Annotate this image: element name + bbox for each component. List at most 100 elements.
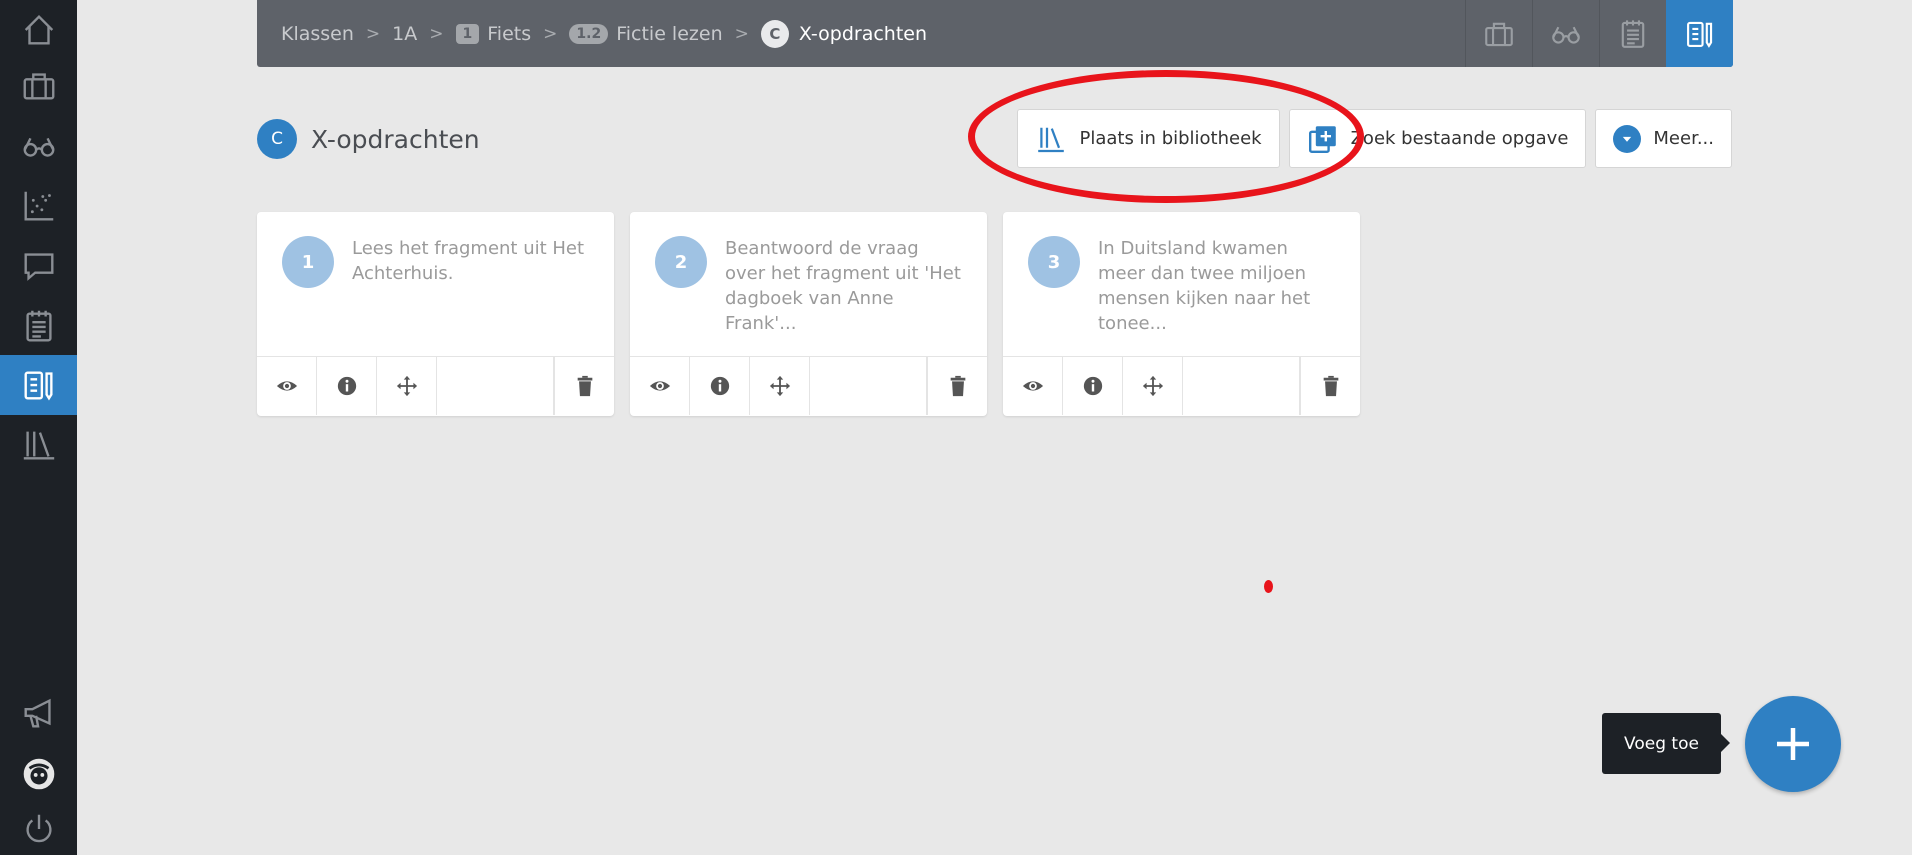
assignment-text: In Duitsland kwamen meer dan twee miljoe… xyxy=(1098,238,1311,334)
add-tooltip: Voeg toe xyxy=(1602,713,1730,774)
breadcrumb-item-section[interactable]: 1.2 Fictie lezen xyxy=(569,22,723,45)
move-button[interactable] xyxy=(1123,357,1183,415)
sidebar-item-logout[interactable] xyxy=(0,804,77,854)
breadcrumb-label: X-opdrachten xyxy=(798,22,928,45)
assignment-number: 1 xyxy=(282,236,334,288)
sidebar-item-home[interactable] xyxy=(0,0,77,60)
assignment-number: 2 xyxy=(655,236,707,288)
sidebar-item-profile[interactable] xyxy=(0,744,77,804)
level-badge: C xyxy=(760,19,789,48)
sidebar-item-library[interactable] xyxy=(0,414,77,474)
info-button[interactable] xyxy=(317,357,377,415)
tab-briefcase[interactable] xyxy=(1465,0,1532,67)
more-button[interactable]: Meer... xyxy=(1595,109,1732,168)
preview-button[interactable] xyxy=(630,357,690,415)
tab-assignments[interactable] xyxy=(1666,0,1733,67)
briefcase-icon xyxy=(1485,22,1513,46)
sidebar-item-notebook[interactable] xyxy=(0,296,77,356)
add-copy-icon xyxy=(1308,125,1336,153)
info-icon xyxy=(1083,376,1102,396)
card-toolbar-spacer xyxy=(810,357,927,415)
sidebar-item-assignments[interactable] xyxy=(0,355,77,415)
card-toolbar xyxy=(630,357,987,415)
card-toolbar xyxy=(257,357,614,415)
tab-notebook[interactable] xyxy=(1599,0,1666,67)
add-button[interactable] xyxy=(1745,696,1841,792)
sidebar-item-messages[interactable] xyxy=(0,236,77,296)
section-badge: 1.2 xyxy=(569,23,609,44)
breadcrumb: Klassen > 1A > 1 Fiets > 1.2 Fictie lezen … xyxy=(257,0,927,67)
book-pencil-icon xyxy=(1686,21,1712,48)
avatar-icon xyxy=(23,758,54,790)
sidebar-item-glasses[interactable] xyxy=(0,116,77,176)
trash-icon xyxy=(950,375,965,397)
breadcrumb-item-current: C X-opdrachten xyxy=(760,19,928,48)
sidebar-item-stats[interactable] xyxy=(0,176,77,236)
eye-icon xyxy=(649,381,670,391)
breadcrumb-item-class[interactable]: 1A xyxy=(392,23,417,45)
chevron-right-icon: > xyxy=(429,23,444,44)
sidebar-item-announcements[interactable] xyxy=(0,683,77,743)
eye-icon xyxy=(276,381,297,391)
place-in-library-label: Plaats in bibliotheek xyxy=(1079,128,1262,149)
breadcrumb-label: Fictie lezen xyxy=(616,22,723,45)
assignment-text: Lees het fragment uit Het Achterhuis. xyxy=(352,238,585,284)
card-toolbar-spacer xyxy=(1183,357,1300,415)
trash-icon xyxy=(577,375,592,397)
chevron-down-icon xyxy=(1613,124,1642,153)
breadcrumb-label: 1A xyxy=(392,22,418,45)
glasses-icon xyxy=(1552,26,1580,44)
cursor-dot xyxy=(1264,580,1273,593)
assignment-card[interactable]: 1 Lees het fragment uit Het Achterhuis. xyxy=(257,212,614,416)
info-button[interactable] xyxy=(690,357,750,415)
assignment-list: 1 Lees het fragment uit Het Achterhuis. … xyxy=(257,212,1360,416)
assignment-card[interactable]: 2 Beantwoord de vraag over het fragment … xyxy=(630,212,987,416)
move-icon xyxy=(769,375,790,397)
more-label: Meer... xyxy=(1653,128,1714,149)
page-title: X-opdrachten xyxy=(311,124,480,154)
search-existing-button[interactable]: Zoek bestaande opgave xyxy=(1288,109,1587,168)
delete-button[interactable] xyxy=(554,357,614,415)
delete-button[interactable] xyxy=(1300,357,1360,415)
page-header: C X-opdrachten xyxy=(257,119,480,159)
preview-button[interactable] xyxy=(1003,357,1063,415)
breadcrumb-item-klassen[interactable]: Klassen xyxy=(281,23,354,45)
chat-bubble-icon xyxy=(24,253,53,281)
top-bar-tabs xyxy=(1465,0,1733,67)
card-toolbar-spacer xyxy=(437,357,554,415)
power-icon xyxy=(25,814,52,843)
briefcase-icon xyxy=(23,73,54,100)
place-in-library-button[interactable]: Plaats in bibliotheek xyxy=(1017,109,1280,168)
move-button[interactable] xyxy=(377,357,437,415)
trash-icon xyxy=(1323,375,1338,397)
delete-button[interactable] xyxy=(927,357,987,415)
info-button[interactable] xyxy=(1063,357,1123,415)
eye-icon xyxy=(1022,381,1043,391)
assignment-text: Beantwoord de vraag over het fragment ui… xyxy=(725,238,961,334)
library-icon xyxy=(23,431,54,460)
glasses-icon xyxy=(23,137,54,157)
move-icon xyxy=(396,375,417,397)
tab-glasses[interactable] xyxy=(1532,0,1599,67)
notebook-icon xyxy=(25,310,52,342)
breadcrumb-item-chapter[interactable]: 1 Fiets xyxy=(455,23,531,45)
move-button[interactable] xyxy=(750,357,810,415)
info-icon xyxy=(337,376,356,396)
megaphone-icon xyxy=(24,698,51,728)
move-icon xyxy=(1142,375,1163,397)
top-bar: Klassen > 1A > 1 Fiets > 1.2 Fictie lezen … xyxy=(257,0,1733,67)
info-icon xyxy=(710,376,729,396)
sidebar-item-briefcase[interactable] xyxy=(0,56,77,116)
plus-icon xyxy=(1777,728,1809,760)
assignment-number: 3 xyxy=(1028,236,1080,288)
scatter-chart-icon xyxy=(24,191,53,221)
preview-button[interactable] xyxy=(257,357,317,415)
notebook-icon xyxy=(1621,19,1645,48)
search-existing-label: Zoek bestaande opgave xyxy=(1350,128,1569,149)
assignment-card[interactable]: 3 In Duitsland kwamen meer dan twee milj… xyxy=(1003,212,1360,416)
card-toolbar xyxy=(1003,357,1360,415)
action-bar: Plaats in bibliotheek Zoek bestaande opg… xyxy=(1017,109,1732,168)
breadcrumb-label: Klassen xyxy=(281,22,354,45)
chevron-right-icon: > xyxy=(365,23,381,44)
chevron-right-icon: > xyxy=(734,23,749,44)
